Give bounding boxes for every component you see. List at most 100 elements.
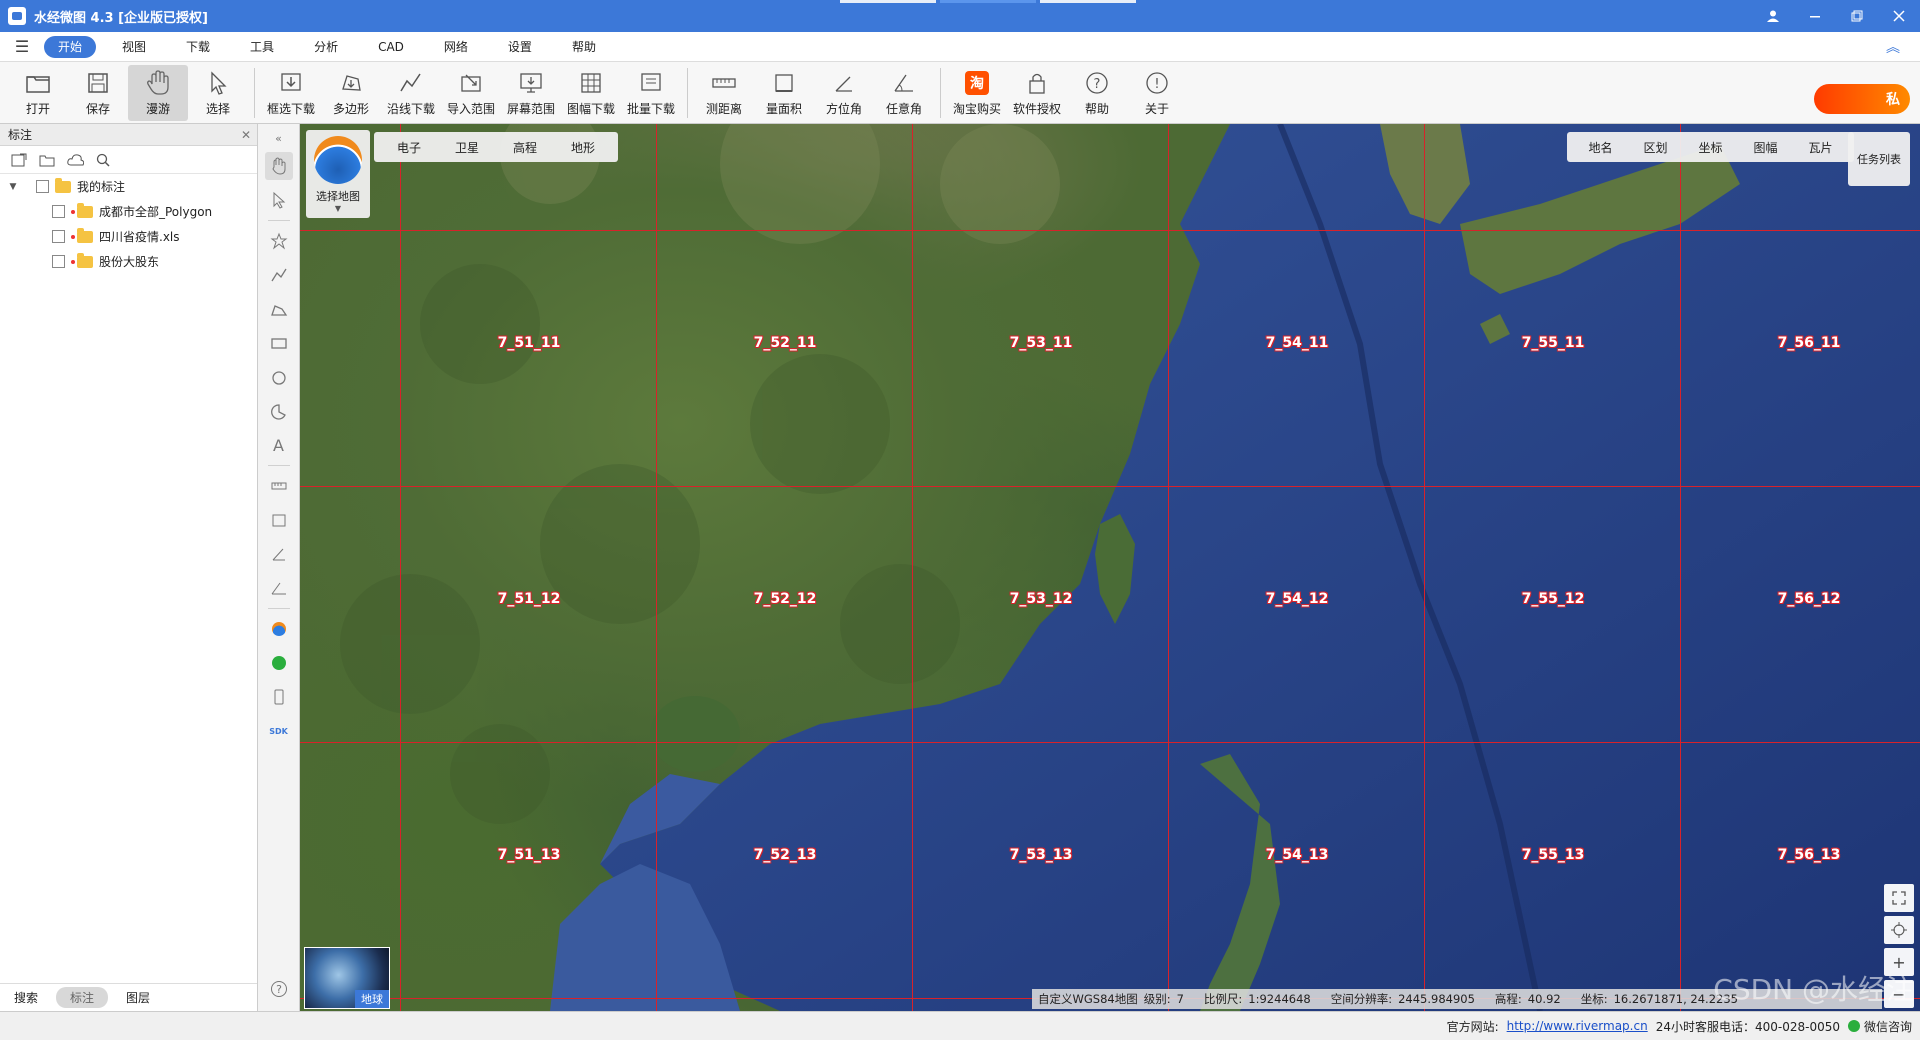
level-label: 级别: xyxy=(1143,992,1171,1006)
map-type-electronic[interactable]: 电子 xyxy=(380,139,438,156)
select-button[interactable]: 选择 xyxy=(188,65,248,121)
circle-icon[interactable] xyxy=(265,363,293,391)
map-source-selector[interactable]: 选择地图 ▼ xyxy=(306,130,370,218)
measure-area-button[interactable]: 量面积 xyxy=(754,65,814,121)
polyline-icon[interactable] xyxy=(265,261,293,289)
polygon-button[interactable]: 多边形 xyxy=(321,65,381,121)
panel-tabs: 搜索 标注 图层 xyxy=(0,983,257,1011)
menu-tools[interactable]: 工具 xyxy=(236,36,288,58)
collapse-ribbon-icon[interactable]: ︽ xyxy=(1886,37,1900,57)
import-range-button[interactable]: 导入范围 xyxy=(441,65,501,121)
tree-checkbox[interactable] xyxy=(52,255,65,268)
site-link[interactable]: http://www.rivermap.cn xyxy=(1507,1019,1648,1033)
tab-search[interactable]: 搜索 xyxy=(14,989,38,1006)
ruler-icon[interactable] xyxy=(265,472,293,500)
sector-icon[interactable] xyxy=(265,397,293,425)
sdk-icon[interactable]: SDK xyxy=(265,717,293,745)
menu-cad[interactable]: CAD xyxy=(364,36,418,58)
cloud-icon[interactable] xyxy=(66,152,84,168)
phone-icon[interactable] xyxy=(265,683,293,711)
map-type-elevation[interactable]: 高程 xyxy=(496,139,554,156)
license-button[interactable]: 软件授权 xyxy=(1007,65,1067,121)
box-download-button[interactable]: 框选下载 xyxy=(261,65,321,121)
menu-analysis[interactable]: 分析 xyxy=(300,36,352,58)
map-view[interactable]: 7_51_11 7_52_11 7_53_11 7_54_11 7_55_11 … xyxy=(300,124,1920,1011)
hamburger-menu-icon[interactable]: ☰ xyxy=(0,37,44,56)
angle-icon[interactable] xyxy=(265,574,293,602)
azimuth-icon[interactable] xyxy=(265,540,293,568)
hand-icon[interactable] xyxy=(264,152,293,180)
vip-button[interactable]: 私 xyxy=(1814,84,1910,114)
overlay-coordinates[interactable]: 坐标 xyxy=(1683,139,1738,156)
taobao-buy-button[interactable]: 淘 淘宝购买 xyxy=(947,65,1007,121)
menu-download[interactable]: 下载 xyxy=(172,36,224,58)
app-logo-icon xyxy=(8,7,26,25)
open-button[interactable]: 打开 xyxy=(8,65,68,121)
about-button[interactable]: ! 关于 xyxy=(1127,65,1187,121)
tile-grid-line xyxy=(300,230,1920,231)
minimize-icon[interactable] xyxy=(1794,0,1836,32)
marker-icon[interactable] xyxy=(265,227,293,255)
rectangle-icon[interactable] xyxy=(265,329,293,357)
area-icon[interactable] xyxy=(265,506,293,534)
angle-button[interactable]: 任意角 xyxy=(874,65,934,121)
link-icon[interactable] xyxy=(265,649,293,677)
globe-view-button[interactable]: 地球 xyxy=(304,947,390,1009)
status-bar: 官方网站: http://www.rivermap.cn 24小时客服电话：40… xyxy=(0,1011,1920,1040)
line-download-button[interactable]: 沿线下载 xyxy=(381,65,441,121)
map-type-terrain[interactable]: 地形 xyxy=(554,139,612,156)
expand-arrow-icon[interactable]: ▼ xyxy=(6,182,20,192)
pan-button[interactable]: 漫游 xyxy=(128,65,188,121)
window-title: 水经微图 4.3 [企业版已授权] xyxy=(34,10,208,26)
collapse-left-icon[interactable]: « xyxy=(265,130,293,146)
tab-layers[interactable]: 图层 xyxy=(126,989,150,1006)
map-type-satellite[interactable]: 卫星 xyxy=(438,139,496,156)
screen-range-button[interactable]: 屏幕范围 xyxy=(501,65,561,121)
sheet-download-icon xyxy=(576,69,606,97)
tree-item[interactable]: 四川省疫情.xls xyxy=(0,224,257,249)
menu-network[interactable]: 网络 xyxy=(430,36,482,58)
tree-item[interactable]: 成都市全部_Polygon xyxy=(0,199,257,224)
locate-icon[interactable] xyxy=(1884,916,1914,944)
measure-distance-button[interactable]: 测距离 xyxy=(694,65,754,121)
help-icon[interactable]: ? xyxy=(265,975,293,1003)
fullscreen-icon[interactable] xyxy=(1884,884,1914,912)
ribbon-toolbar: 打开 保存 漫游 选择 框选下载 多边形 沿线下载 导入范围 屏幕范围 图幅下载… xyxy=(0,62,1920,124)
tab-annotation[interactable]: 标注 xyxy=(56,987,109,1008)
cursor-icon[interactable] xyxy=(265,186,293,214)
new-annotation-icon[interactable] xyxy=(10,152,28,168)
menu-view[interactable]: 视图 xyxy=(108,36,160,58)
wechat-consult-button[interactable]: 微信咨询 xyxy=(1847,1018,1912,1035)
overlay-tiles[interactable]: 瓦片 xyxy=(1793,139,1848,156)
tree-root[interactable]: ▼ 我的标注 xyxy=(0,174,257,199)
menu-start[interactable]: 开始 xyxy=(44,35,97,58)
search-icon[interactable] xyxy=(94,152,112,168)
batch-download-button[interactable]: 批量下载 xyxy=(621,65,681,121)
tree-checkbox[interactable] xyxy=(52,205,65,218)
tree-checkbox[interactable] xyxy=(36,180,49,193)
save-button[interactable]: 保存 xyxy=(68,65,128,121)
help-button[interactable]: ? 帮助 xyxy=(1067,65,1127,121)
sheet-download-button[interactable]: 图幅下载 xyxy=(561,65,621,121)
taobao-icon: 淘 xyxy=(962,69,992,97)
user-icon[interactable] xyxy=(1752,0,1794,32)
azimuth-button[interactable]: 方位角 xyxy=(814,65,874,121)
tile-grid-line xyxy=(300,742,1920,743)
open-folder-icon[interactable] xyxy=(38,152,56,168)
overlay-sheets[interactable]: 图幅 xyxy=(1738,139,1793,156)
task-list-button[interactable]: 任务列表 xyxy=(1848,132,1910,186)
polygon-draw-icon[interactable] xyxy=(265,295,293,323)
menu-help[interactable]: 帮助 xyxy=(558,36,610,58)
tree-item[interactable]: 股份大股东 xyxy=(0,249,257,274)
menu-settings[interactable]: 设置 xyxy=(494,36,546,58)
close-panel-icon[interactable]: ✕ xyxy=(241,128,251,142)
overlay-place-names[interactable]: 地名 xyxy=(1573,139,1628,156)
overlay-divisions[interactable]: 区划 xyxy=(1628,139,1683,156)
close-icon[interactable] xyxy=(1878,0,1920,32)
screen-range-icon xyxy=(516,69,546,97)
restore-icon[interactable] xyxy=(1836,0,1878,32)
text-icon[interactable]: A xyxy=(265,431,293,459)
tree-checkbox[interactable] xyxy=(52,230,65,243)
map-logo-icon[interactable] xyxy=(265,615,293,643)
tile-grid-line xyxy=(656,124,657,1011)
